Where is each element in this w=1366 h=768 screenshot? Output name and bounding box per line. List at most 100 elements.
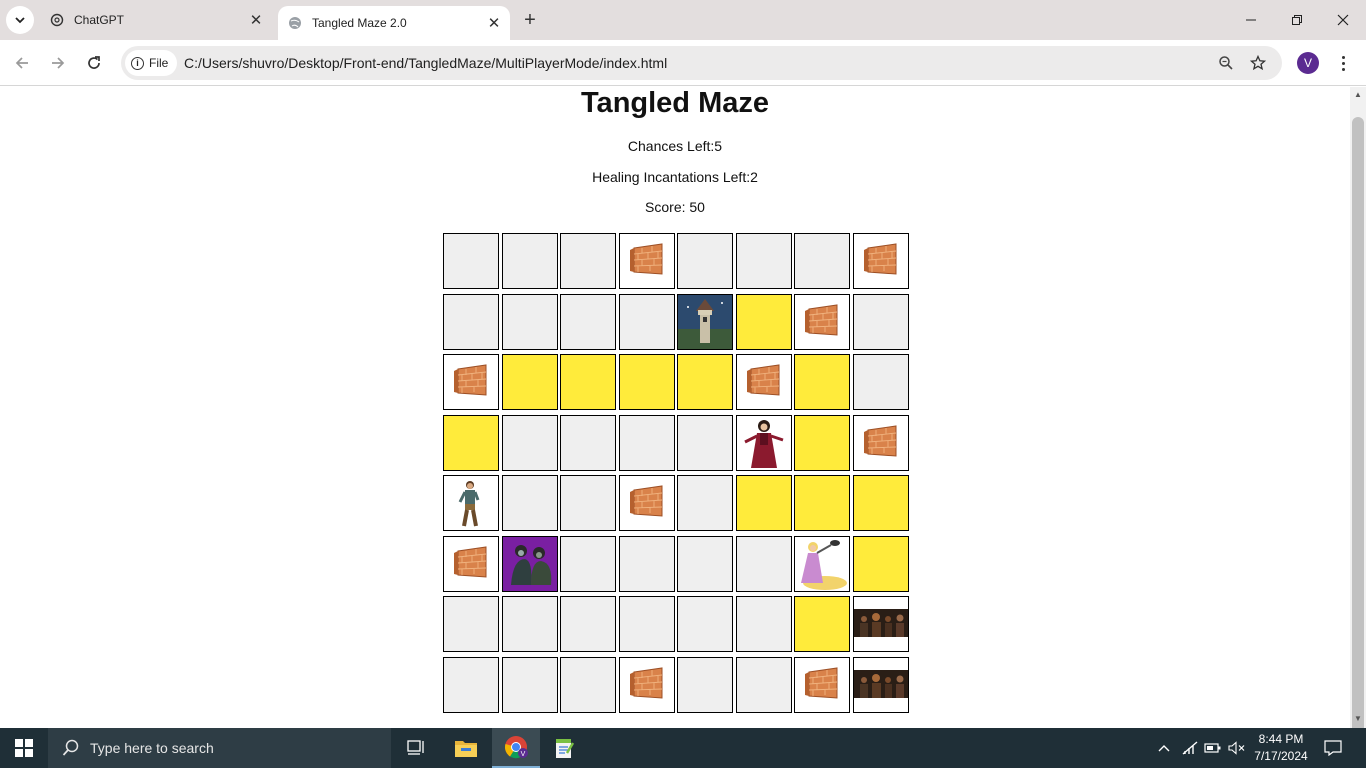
maze-cell-empty[interactable] — [560, 475, 616, 531]
show-hidden-icons-button[interactable] — [1154, 728, 1174, 768]
taskbar-clock[interactable]: 8:44 PM 7/17/2024 — [1252, 731, 1310, 765]
maze-cell-path[interactable] — [735, 475, 792, 531]
maze-cell-path[interactable] — [852, 535, 909, 592]
maze-cell-wall[interactable] — [852, 233, 909, 289]
maze-cell-empty[interactable] — [735, 656, 792, 713]
maze-cell-empty[interactable] — [618, 535, 675, 592]
file-explorer-button[interactable] — [442, 728, 490, 768]
maze-cell-empty[interactable] — [852, 293, 909, 350]
maze-cell-thugs[interactable] — [852, 656, 909, 713]
maze-cell-wall[interactable] — [852, 414, 909, 471]
back-button[interactable] — [8, 49, 36, 77]
maze-cell-empty[interactable] — [677, 535, 733, 592]
maze-cell-path[interactable] — [852, 475, 909, 531]
maze-cell-empty[interactable] — [677, 233, 733, 289]
maze-cell-empty[interactable] — [618, 596, 675, 652]
battery-icon[interactable] — [1202, 728, 1224, 768]
maze-cell-wall[interactable] — [443, 535, 499, 592]
maze-cell-path[interactable] — [794, 354, 850, 410]
maze-cell-flynn[interactable] — [443, 475, 499, 531]
maze-cell-wall[interactable] — [794, 656, 850, 713]
scroll-thumb[interactable] — [1352, 117, 1364, 737]
restore-button[interactable] — [1274, 0, 1320, 40]
maze-cell-empty[interactable] — [794, 233, 850, 289]
maze-cell-empty[interactable] — [443, 293, 499, 350]
maze-cell-empty[interactable] — [501, 656, 558, 713]
notifications-button[interactable] — [1318, 728, 1348, 768]
url-text[interactable]: C:/Users/shuvro/Desktop/Front-end/Tangle… — [184, 55, 667, 71]
maze-cell-empty[interactable] — [735, 596, 792, 652]
maze-cell-gothel[interactable] — [735, 414, 792, 471]
maze-cell-empty[interactable] — [501, 233, 558, 289]
maze-cell-ruffians[interactable] — [501, 535, 558, 592]
taskbar-search-box[interactable]: Type here to search — [48, 728, 391, 768]
task-view-button[interactable] — [392, 728, 440, 768]
maze-cell-thugs[interactable] — [852, 596, 909, 652]
maze-cell-empty[interactable] — [560, 414, 616, 471]
bookmark-star-icon[interactable] — [1247, 52, 1269, 74]
maze-cell-empty[interactable] — [677, 475, 733, 531]
page-scrollbar[interactable]: ▲ ▼ — [1350, 87, 1366, 737]
maze-cell-empty[interactable] — [443, 233, 499, 289]
maze-cell-empty[interactable] — [560, 233, 616, 289]
new-tab-button[interactable]: + — [518, 8, 542, 32]
maze-cell-wall[interactable] — [443, 354, 499, 410]
close-tab-icon[interactable]: ✕ — [484, 13, 504, 33]
maze-cell-empty[interactable] — [501, 475, 558, 531]
maze-cell-empty[interactable] — [852, 354, 909, 410]
maze-cell-empty[interactable] — [560, 656, 616, 713]
notepad-plus-button[interactable] — [540, 728, 588, 768]
close-window-button[interactable] — [1320, 0, 1366, 40]
site-info-chip[interactable]: i File — [125, 50, 177, 76]
maze-cell-path[interactable] — [501, 354, 558, 410]
maze-cell-wall[interactable] — [794, 293, 850, 350]
chatgpt-icon — [50, 13, 64, 27]
address-bar[interactable]: i File C:/Users/shuvro/Desktop/Front-end… — [121, 46, 1282, 80]
maze-cell-empty[interactable] — [677, 656, 733, 713]
scroll-down-icon[interactable]: ▼ — [1354, 715, 1362, 723]
maze-cell-empty[interactable] — [443, 596, 499, 652]
maze-cell-empty[interactable] — [735, 233, 792, 289]
close-tab-icon[interactable]: ✕ — [246, 10, 266, 30]
tab-chatgpt[interactable]: ChatGPT ✕ — [40, 0, 272, 40]
forward-button[interactable] — [44, 49, 72, 77]
scroll-up-icon[interactable]: ▲ — [1354, 91, 1362, 99]
maze-cell-path[interactable] — [618, 354, 675, 410]
reload-button[interactable] — [80, 49, 108, 77]
maze-cell-empty[interactable] — [677, 414, 733, 471]
maze-cell-path[interactable] — [677, 354, 733, 410]
maze-cell-empty[interactable] — [501, 293, 558, 350]
maze-cell-path[interactable] — [560, 354, 616, 410]
maze-cell-empty[interactable] — [735, 535, 792, 592]
network-icon[interactable] — [1180, 728, 1200, 768]
minimize-button[interactable] — [1228, 0, 1274, 40]
maze-cell-rapunzel[interactable] — [794, 535, 850, 592]
maze-cell-empty[interactable] — [443, 656, 499, 713]
maze-cell-empty[interactable] — [501, 596, 558, 652]
maze-cell-tower[interactable] — [677, 293, 733, 350]
maze-cell-empty[interactable] — [618, 293, 675, 350]
maze-cell-path[interactable] — [735, 293, 792, 350]
start-button[interactable] — [0, 728, 48, 768]
maze-cell-path[interactable] — [794, 596, 850, 652]
zoom-icon[interactable] — [1215, 52, 1237, 74]
maze-cell-empty[interactable] — [560, 535, 616, 592]
maze-cell-wall[interactable] — [618, 656, 675, 713]
chrome-taskbar-button[interactable]: V — [492, 728, 540, 768]
maze-cell-empty[interactable] — [618, 414, 675, 471]
maze-cell-path[interactable] — [794, 414, 850, 471]
volume-muted-icon[interactable] — [1226, 728, 1248, 768]
maze-cell-wall[interactable] — [618, 475, 675, 531]
maze-cell-empty[interactable] — [560, 596, 616, 652]
maze-cell-empty[interactable] — [501, 414, 558, 471]
maze-cell-wall[interactable] — [735, 354, 792, 410]
tab-tangled-maze[interactable]: Tangled Maze 2.0 ✕ — [278, 6, 510, 40]
maze-cell-wall[interactable] — [618, 233, 675, 289]
maze-cell-path[interactable] — [443, 414, 499, 471]
maze-cell-path[interactable] — [794, 475, 850, 531]
maze-cell-empty[interactable] — [677, 596, 733, 652]
maze-cell-empty[interactable] — [560, 293, 616, 350]
profile-avatar[interactable]: V — [1297, 52, 1319, 74]
tab-search-button[interactable] — [6, 6, 34, 34]
more-menu-icon[interactable] — [1334, 52, 1352, 74]
